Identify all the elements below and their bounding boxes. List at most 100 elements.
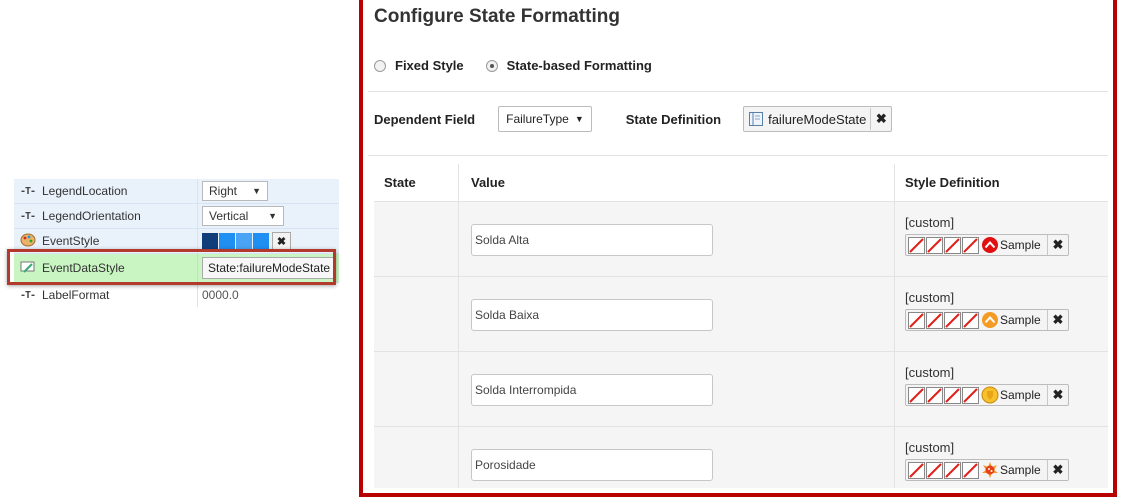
- style-definition-cell: [custom] Sample ✖: [894, 352, 1108, 426]
- input-value: Porosidade: [475, 458, 536, 472]
- sample-label: Sample: [1000, 463, 1041, 477]
- property-name-cell: -T- LegendLocation: [14, 179, 198, 203]
- event-style-swatches[interactable]: [202, 233, 270, 249]
- style-definition-chip[interactable]: Sample ✖: [905, 384, 1069, 406]
- fixed-style-radio[interactable]: [374, 59, 386, 72]
- text-type-icon: -T-: [20, 185, 36, 197]
- custom-style-label: [custom]: [905, 365, 955, 380]
- table-row: Solda Alta [custom] Sample ✖: [374, 202, 1108, 277]
- style-definition-chip[interactable]: Sample ✖: [905, 234, 1069, 256]
- state-based-formatting-label[interactable]: State-based Formatting: [507, 58, 652, 73]
- select-value: FailureType: [506, 112, 569, 126]
- dropdown-arrow-icon: ▼: [268, 211, 277, 221]
- dependent-field-row: Dependent Field FailureType ▼ State Defi…: [374, 106, 893, 132]
- value-cell: Porosidade: [458, 427, 894, 488]
- no-fill-icon: [944, 386, 961, 404]
- state-cell: [374, 277, 458, 351]
- state-based-formatting-radio[interactable]: [485, 59, 498, 72]
- state-column-header: State: [384, 175, 416, 190]
- no-fill-icon: [944, 311, 961, 329]
- clear-style-button[interactable]: ✖: [1047, 460, 1068, 480]
- state-value-input[interactable]: Porosidade: [471, 449, 713, 481]
- dialog-title: Configure State Formatting: [374, 6, 620, 27]
- color-swatch[interactable]: [219, 233, 235, 249]
- color-swatch[interactable]: [253, 233, 269, 249]
- no-fill-icon: [926, 461, 943, 479]
- clear-event-style-button[interactable]: ✖: [272, 231, 291, 251]
- dependent-field-label: Dependent Field: [374, 111, 476, 127]
- clear-style-button[interactable]: ✖: [1047, 385, 1068, 405]
- clear-style-button[interactable]: ✖: [1047, 235, 1068, 255]
- value-column-header: Value: [458, 164, 894, 201]
- sample-label: Sample: [1000, 238, 1041, 252]
- property-name-cell: -T- LegendOrientation: [14, 204, 198, 228]
- yellow-shield-icon: [981, 386, 999, 404]
- clear-state-definition-button[interactable]: ✖: [870, 108, 891, 130]
- no-fill-icon: [944, 461, 961, 479]
- style-definition-cell: [custom] Sample ✖: [894, 202, 1108, 276]
- style-definition-cell: [custom] Sample ✖: [894, 427, 1108, 488]
- palette-icon: [20, 233, 42, 250]
- property-label: LegendOrientation: [42, 209, 141, 223]
- property-value-cell: Vertical ▼: [198, 204, 339, 228]
- property-row-legend-orientation[interactable]: -T- LegendOrientation Vertical ▼: [14, 204, 339, 229]
- property-label: LabelFormat: [42, 288, 110, 302]
- table-header: State Value Style Definition: [374, 164, 1108, 202]
- no-fill-icon: [962, 311, 979, 329]
- clear-style-button[interactable]: ✖: [1047, 310, 1068, 330]
- no-fill-icon: [926, 311, 943, 329]
- state-cell: [374, 202, 458, 276]
- dropdown-arrow-icon: ▼: [252, 186, 261, 196]
- property-row-label-format[interactable]: -T- LabelFormat 0000.0: [14, 283, 339, 307]
- color-swatch[interactable]: [236, 233, 252, 249]
- fixed-style-label[interactable]: Fixed Style: [395, 58, 464, 73]
- input-value: Solda Alta: [475, 233, 530, 247]
- divider: [368, 155, 1108, 156]
- property-grid: -T- LegendLocation Right ▼ -T- LegendOri…: [14, 179, 339, 307]
- style-definition-chip[interactable]: Sample ✖: [905, 309, 1069, 331]
- book-icon: [749, 112, 764, 126]
- color-swatch[interactable]: [202, 233, 218, 249]
- property-value-cell: Right ▼: [198, 179, 339, 203]
- style-definition-cell: [custom] Sample ✖: [894, 277, 1108, 351]
- dropdown-arrow-icon: ▼: [574, 114, 584, 124]
- property-row-legend-location[interactable]: -T- LegendLocation Right ▼: [14, 179, 339, 204]
- table-body: Solda Alta [custom] Sample ✖ Solda Baixa [cus…: [374, 202, 1108, 488]
- state-formatting-table: State Value Style Definition Solda Alta […: [374, 164, 1108, 488]
- value-cell: Solda Alta: [458, 202, 894, 276]
- no-fill-icon: [908, 311, 925, 329]
- dependent-field-select[interactable]: FailureType ▼: [498, 106, 592, 132]
- no-fill-icon: [926, 236, 943, 254]
- select-value: Right: [209, 184, 238, 198]
- state-definition-value: failureModeState: [768, 111, 867, 127]
- state-definition-chip[interactable]: failureModeState ✖: [743, 106, 893, 132]
- table-row: Porosidade [custom] Sample ✖: [374, 427, 1108, 488]
- no-fill-icon: [962, 236, 979, 254]
- text-type-icon: -T-: [20, 210, 36, 222]
- red-circle-caret-icon: [981, 236, 999, 254]
- property-value-cell: 0000.0: [198, 283, 339, 307]
- no-fill-icon: [926, 386, 943, 404]
- state-value-input[interactable]: Solda Baixa: [471, 299, 713, 331]
- custom-style-label: [custom]: [905, 290, 955, 305]
- no-fill-icon: [962, 386, 979, 404]
- table-row: Solda Baixa [custom] Sample ✖: [374, 277, 1108, 352]
- input-value: Solda Baixa: [475, 308, 540, 322]
- legend-location-select[interactable]: Right ▼: [202, 181, 268, 201]
- select-value: Vertical: [209, 209, 249, 223]
- property-label: EventStyle: [42, 234, 100, 248]
- state-value-input[interactable]: Solda Interrompida: [471, 374, 713, 406]
- legend-orientation-select[interactable]: Vertical ▼: [202, 206, 284, 226]
- dialog-content: Configure State Formatting Fixed Style S…: [368, 0, 1108, 488]
- sample-label: Sample: [1000, 313, 1041, 327]
- formatting-mode-radios: Fixed Style State-based Formatting: [374, 58, 652, 73]
- style-definition-chip[interactable]: Sample ✖: [905, 459, 1069, 481]
- highlight-callout-box: [7, 249, 336, 285]
- no-fill-icon: [962, 461, 979, 479]
- label-format-value[interactable]: 0000.0: [202, 288, 239, 302]
- no-fill-icon: [908, 236, 925, 254]
- sample-label: Sample: [1000, 388, 1041, 402]
- configure-state-formatting-dialog: Configure State Formatting Fixed Style S…: [359, 0, 1117, 497]
- orange-circle-caret-icon: [981, 311, 999, 329]
- state-value-input[interactable]: Solda Alta: [471, 224, 713, 256]
